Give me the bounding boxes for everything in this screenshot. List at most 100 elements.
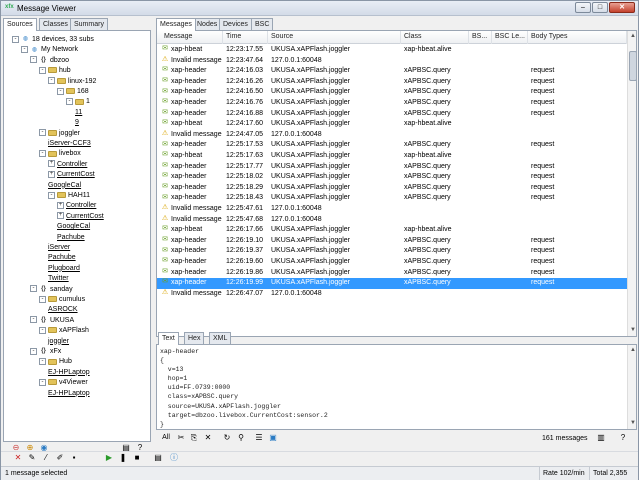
- tree-node[interactable]: iServer: [48, 243, 70, 253]
- detail-view-icon[interactable]: ▣: [268, 433, 278, 443]
- tree-node[interactable]: 11: [75, 108, 82, 118]
- col-message[interactable]: Message: [161, 31, 223, 44]
- pencil-icon[interactable]: ✐: [55, 453, 65, 463]
- tree-node[interactable]: - ◍ My Network: [21, 45, 78, 55]
- tree-node[interactable]: - ◍ 18 devices, 33 subs: [12, 35, 94, 45]
- table-row[interactable]: ✉ xap-header 12:25:18.29 UKUSA.xAPFlash.jog…: [157, 183, 627, 194]
- table-row[interactable]: ✉ xap-header 12:26:19.37 UKUSA.xAPFlash.jog…: [157, 246, 627, 257]
- tree-node[interactable]: - v4Viewer: [39, 378, 88, 388]
- table-row[interactable]: ⚠ Invalid message 12:25:47.68 127.0.0.1:600…: [157, 215, 627, 226]
- table-row[interactable]: ✉ xap-header 12:26:19.86 UKUSA.xAPFlash.jog…: [157, 268, 627, 279]
- tree-node[interactable]: Pachube: [57, 233, 85, 243]
- tree-node[interactable]: joggler: [48, 337, 69, 347]
- collapse-icon[interactable]: -: [39, 66, 46, 74]
- cut-icon[interactable]: ✂: [176, 433, 186, 443]
- filter-icon[interactable]: ⚲: [236, 433, 246, 443]
- col-class[interactable]: Class: [401, 31, 469, 44]
- table-row[interactable]: ✉ xap-hbeat 12:26:17.66 UKUSA.xAPFlash.jogg…: [157, 225, 627, 236]
- collapse-icon[interactable]: -: [39, 129, 46, 137]
- tree-node[interactable]: -{} xFx: [30, 347, 61, 357]
- table-row[interactable]: ✉ xap-header 12:25:18.43 UKUSA.xAPFlash.jog…: [157, 193, 627, 204]
- copy-icon[interactable]: ⎘: [189, 433, 199, 443]
- tree-node[interactable]: GoogleCal: [48, 181, 81, 191]
- col-body-types[interactable]: Body Types: [528, 31, 627, 44]
- table-row[interactable]: ✉ xap-header 12:24:16.03 UKUSA.xAPFlash.jog…: [157, 66, 627, 77]
- refresh-icon[interactable]: ↻: [222, 433, 232, 443]
- tree-node[interactable]: - cumulus: [39, 295, 85, 305]
- collapse-icon[interactable]: -: [48, 77, 55, 85]
- table-row[interactable]: ✉ xap-header 12:24:16.50 UKUSA.xAPFlash.jog…: [157, 87, 627, 98]
- tree-node[interactable]: -{} sanday: [30, 285, 73, 295]
- table-row[interactable]: ⚠ Invalid message 12:26:47.07 127.0.0.1:600…: [157, 289, 627, 300]
- tab-text[interactable]: Text: [158, 332, 179, 345]
- sources-tree[interactable]: - ◍ 18 devices, 33 subs - ◍ My Network -{} dbzo…: [3, 30, 151, 442]
- tree-node[interactable]: EJ-HPLaptop: [48, 368, 90, 378]
- wand-icon[interactable]: ⁄: [41, 453, 51, 463]
- table-row[interactable]: ✉ xap-header 12:25:17.77 UKUSA.xAPFlash.jog…: [157, 162, 627, 173]
- tree-node[interactable]: -1: [66, 97, 90, 107]
- tree-node[interactable]: - Hub: [39, 357, 72, 367]
- tab-nodes[interactable]: Nodes: [193, 18, 222, 30]
- tab-hex[interactable]: Hex: [184, 332, 205, 344]
- collapse-icon[interactable]: -: [12, 35, 19, 43]
- detail-scrollbar[interactable]: ▲ ▼: [627, 345, 636, 429]
- tree-node[interactable]: iServer-CCF3: [48, 139, 91, 149]
- table-row[interactable]: ✉ xap-hbeat 12:24:17.60 UKUSA.xAPFlash.jogg…: [157, 119, 627, 130]
- table-row[interactable]: ⚠ Invalid message 12:23:47.64 127.0.0.1:600…: [157, 56, 627, 67]
- list-view-icon[interactable]: ☰: [254, 433, 264, 443]
- tree-node[interactable]: + CurrentCost: [48, 170, 95, 180]
- minimize-button[interactable]: –: [575, 2, 591, 13]
- tree-node[interactable]: - linux-192: [48, 77, 96, 87]
- tab-xml[interactable]: XML: [209, 332, 232, 344]
- all-button[interactable]: All: [160, 433, 172, 443]
- tree-node[interactable]: - 168: [57, 87, 89, 97]
- collapse-icon[interactable]: -: [39, 150, 46, 158]
- col-bsc[interactable]: BS...: [469, 31, 492, 44]
- info-icon[interactable]: ⓘ: [169, 453, 179, 463]
- table-row[interactable]: ✉ xap-header 12:24:16.88 UKUSA.xAPFlash.jog…: [157, 109, 627, 120]
- delete-icon[interactable]: ✕: [203, 433, 213, 443]
- tree-node[interactable]: - hub: [39, 66, 71, 76]
- detail-scroll-down-icon[interactable]: ▼: [628, 418, 636, 428]
- tree-node[interactable]: + Controller: [57, 201, 96, 211]
- columns-icon[interactable]: ▥: [596, 433, 606, 443]
- expand-icon[interactable]: +: [57, 212, 64, 220]
- close-button[interactable]: ✕: [609, 2, 635, 13]
- tab-summary[interactable]: Summary: [70, 18, 108, 30]
- pause-icon[interactable]: ❚: [118, 453, 128, 463]
- collapse-icon[interactable]: -: [39, 326, 46, 334]
- collapse-icon[interactable]: -: [30, 347, 37, 355]
- collapse-icon[interactable]: -: [48, 191, 55, 199]
- table-row[interactable]: ✉ xap-hbeat 12:23:17.55 UKUSA.xAPFlash.jogg…: [157, 45, 627, 56]
- tree-node[interactable]: -{} UKUSA: [30, 316, 74, 326]
- collapse-icon[interactable]: -: [57, 87, 64, 95]
- tree-node[interactable]: Pachube: [48, 253, 76, 263]
- save-icon[interactable]: ▪: [69, 453, 79, 463]
- tree-node[interactable]: + CurrentCost: [57, 212, 104, 222]
- expand-icon[interactable]: +: [48, 170, 55, 178]
- tree-node[interactable]: - livebox: [39, 149, 81, 159]
- tree-node[interactable]: GoogleCal: [57, 222, 90, 232]
- collapse-icon[interactable]: -: [21, 46, 28, 54]
- table-row[interactable]: ✉ xap-header 12:26:19.99 UKUSA.xAPFlash.jog…: [157, 278, 627, 289]
- col-source[interactable]: Source: [268, 31, 401, 44]
- col-time[interactable]: Time: [223, 31, 268, 44]
- document-icon[interactable]: ▤: [153, 453, 163, 463]
- help-icon-2[interactable]: ?: [618, 433, 628, 443]
- table-row[interactable]: ✉ xap-header 12:26:19.10 UKUSA.xAPFlash.jog…: [157, 236, 627, 247]
- edit-icon[interactable]: ✎: [27, 453, 37, 463]
- tab-messages[interactable]: Messages: [156, 18, 196, 31]
- tree-node[interactable]: EJ-HPLaptop: [48, 389, 90, 399]
- message-detail[interactable]: xap-header { v=13 hop=1 uid=FF.0739:0000…: [156, 344, 637, 430]
- collapse-icon[interactable]: -: [66, 98, 73, 106]
- tree-node[interactable]: 9: [75, 118, 79, 128]
- table-row[interactable]: ✉ xap-header 12:25:17.53 UKUSA.xAPFlash.jog…: [157, 140, 627, 151]
- tree-node[interactable]: Twitter: [48, 274, 69, 284]
- scroll-thumb[interactable]: [629, 51, 636, 81]
- collapse-icon[interactable]: -: [39, 295, 46, 303]
- stop-icon[interactable]: ✕: [13, 453, 23, 463]
- collapse-icon[interactable]: -: [39, 378, 46, 386]
- tree-node[interactable]: - xAPFlash: [39, 326, 89, 336]
- table-row[interactable]: ✉ xap-header 12:24:16.26 UKUSA.xAPFlash.jog…: [157, 77, 627, 88]
- table-row[interactable]: ✉ xap-header 12:26:19.60 UKUSA.xAPFlash.jog…: [157, 257, 627, 268]
